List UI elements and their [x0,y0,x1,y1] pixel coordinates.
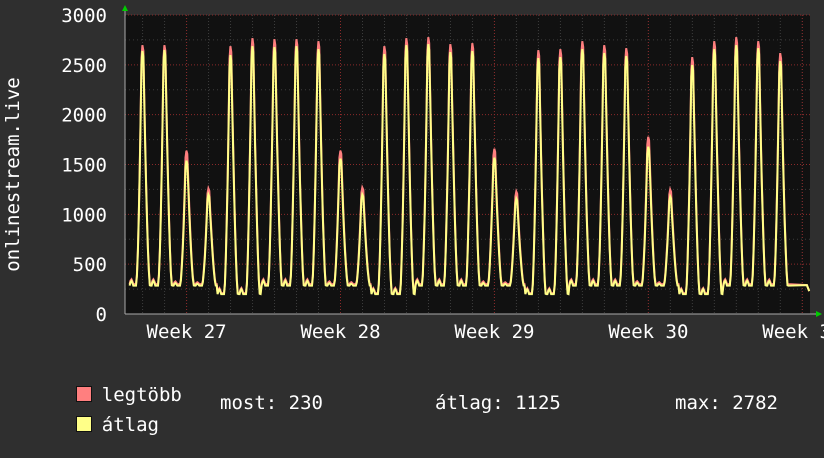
y-tick-label: 3000 [61,5,107,27]
y-tick-label: 500 [73,254,107,276]
x-tick-label: Week 30 [608,321,688,343]
stat-avg: átlag: 1125 [435,392,561,414]
y-tick-label: 1000 [61,204,107,226]
y-tick-label: 0 [96,304,107,326]
stat-now: most: 230 [220,392,323,414]
x-axis-arrow [816,311,822,317]
x-tick-label: Week 29 [454,321,534,343]
legend-avg: átlag [30,392,159,458]
y-tick-label: 2500 [61,55,107,77]
legend-avg-label: átlag [101,414,159,436]
y-tick-label: 1500 [61,155,107,177]
stat-max: max: 2782 [675,392,778,414]
x-tick-label: Week 27 [147,321,227,343]
x-tick-label: Week 31 [762,321,824,343]
y-axis-arrow [122,5,128,11]
y-axis-label: onlinestream.live [2,77,24,271]
chart-root: 0 500 1000 1500 2000 2500 3000 Week 27 Week 28 We… [0,0,824,436]
y-tick-label: 2000 [61,105,107,127]
x-tick-label: Week 28 [300,321,380,343]
